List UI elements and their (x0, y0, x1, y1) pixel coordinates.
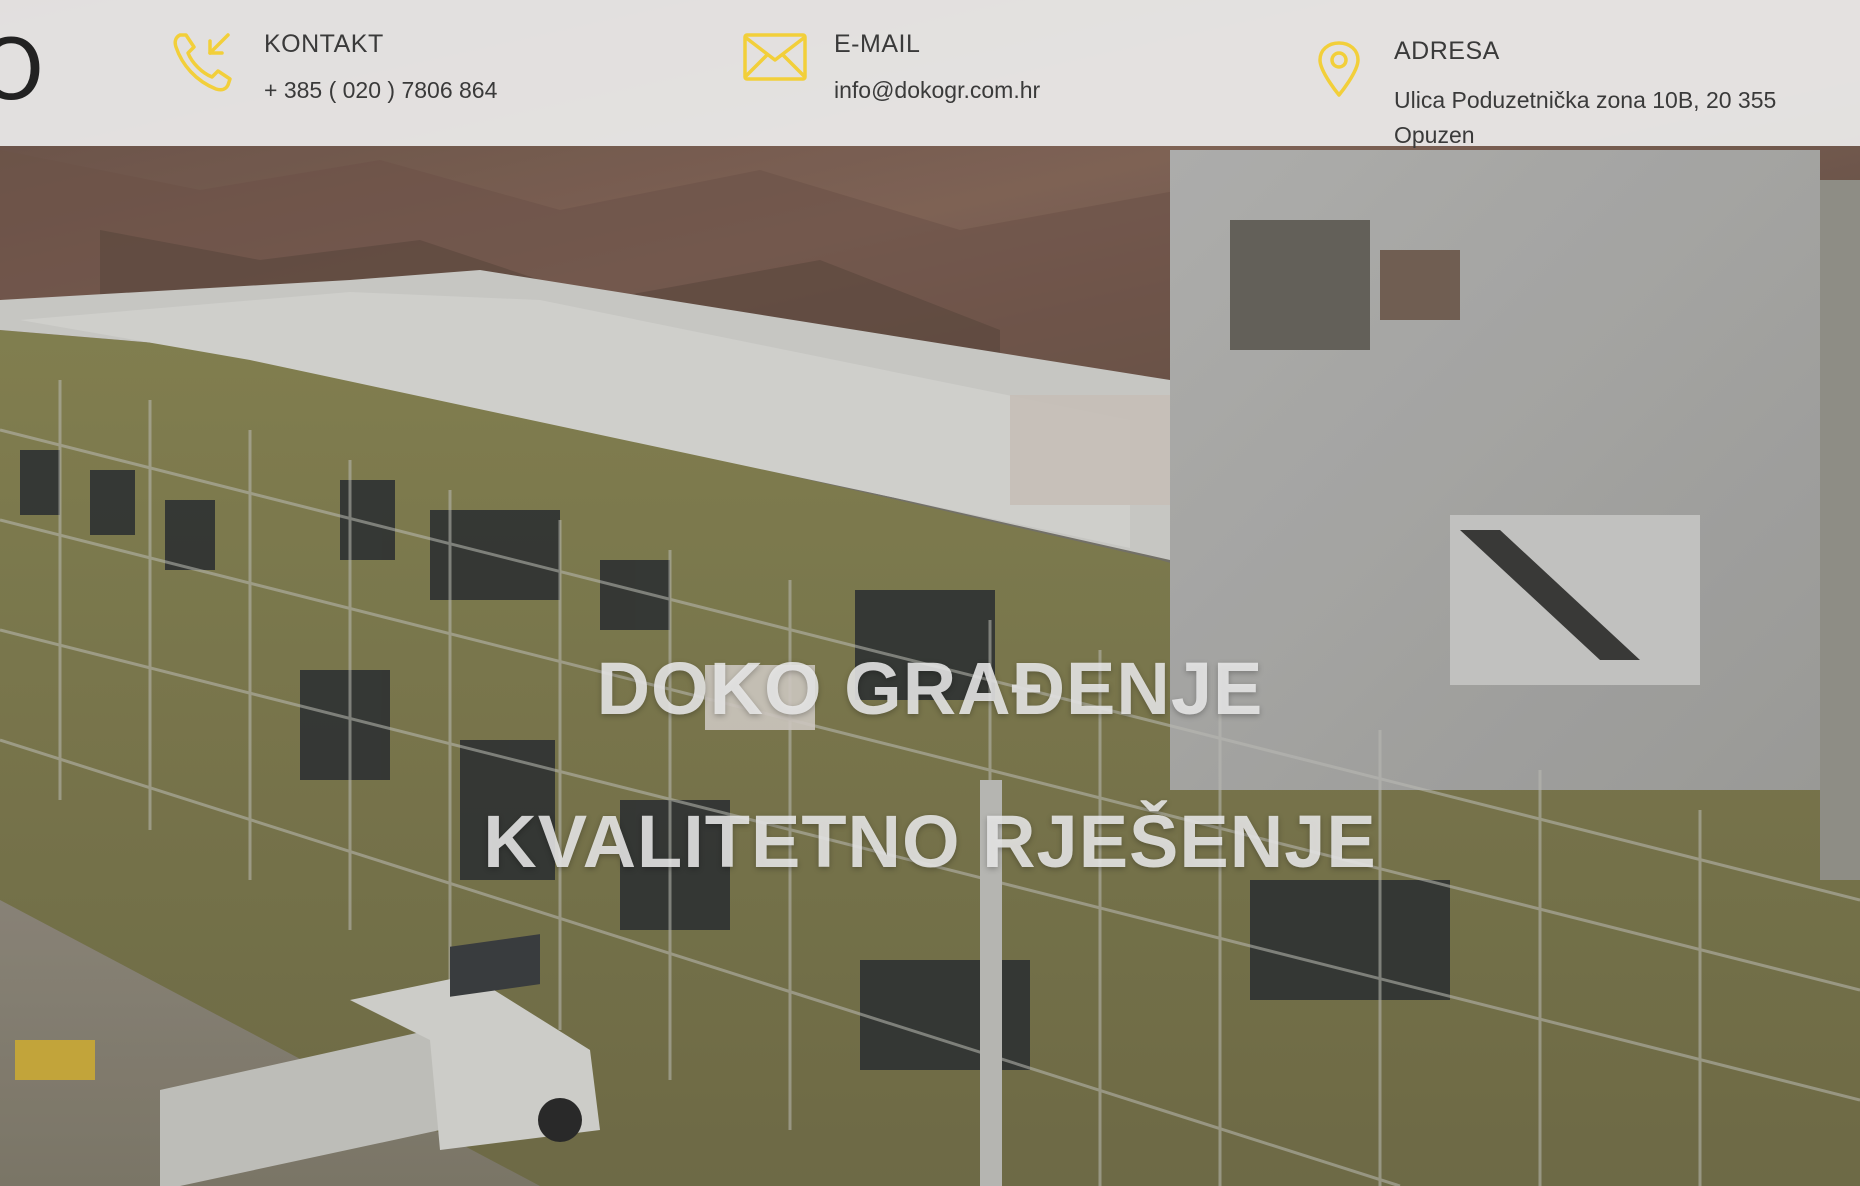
phone-link[interactable]: + 385 ( 020 ) 7806 864 (264, 77, 497, 104)
logo[interactable]: O (0, 28, 44, 112)
mail-icon (742, 32, 808, 87)
top-info-bar: O KONTAKT + 385 ( 020 ) 7806 864 E-MAIL … (0, 0, 1860, 148)
phone-icon (170, 27, 240, 102)
location-pin-icon (1316, 40, 1362, 103)
hero-headline-primary: DOKO GRAĐENJE (596, 646, 1264, 730)
email-label: E-MAIL (834, 30, 921, 58)
email-link[interactable]: info@dokogr.com.hr (834, 77, 1040, 104)
address-text: Ulica Poduzetnička zona 10B, 20 355 Opuz… (1394, 87, 1777, 148)
address-label: ADRESA (1394, 37, 1500, 65)
hero-headline-secondary: KVALITETNO RJEŠENJE (483, 800, 1377, 884)
hero-background (0, 0, 1860, 1186)
contact-label: KONTAKT (264, 30, 384, 58)
hero-overlay (0, 0, 1860, 1186)
